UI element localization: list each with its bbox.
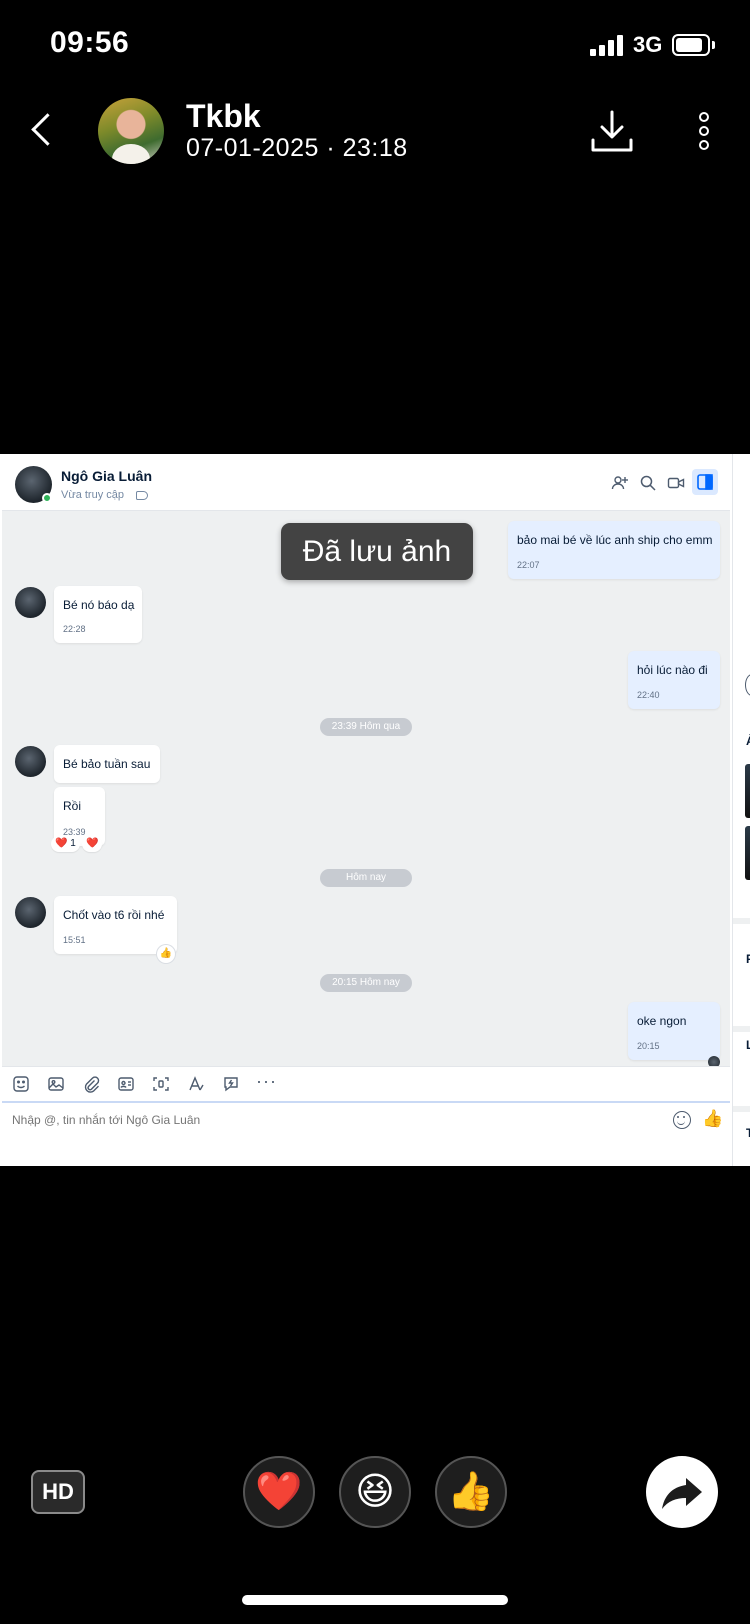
message-text: hỏi lúc nào đi: [637, 663, 708, 677]
online-indicator: [42, 493, 52, 503]
clock-icon[interactable]: [745, 674, 750, 696]
video-call-icon[interactable]: [667, 474, 685, 492]
message-text: Rồi: [63, 799, 82, 813]
message-composer: 👍: [2, 1101, 730, 1166]
message-bubble[interactable]: Bé bảo tuần sau: [54, 745, 160, 783]
laugh-reaction-button[interactable]: 😆: [339, 1456, 411, 1528]
quick-message-icon[interactable]: [222, 1075, 240, 1093]
sent-time: 07-01-2025 · 23:18: [186, 134, 408, 162]
more-vertical-icon: [699, 112, 709, 122]
status-time: 09:56: [50, 26, 130, 59]
sender-name: Tkbk: [186, 98, 261, 134]
hd-quality-button[interactable]: HD: [31, 1470, 85, 1514]
media-thumbnail[interactable]: [745, 764, 750, 818]
reaction-count-text: 1: [70, 838, 76, 849]
text-format-icon[interactable]: [187, 1075, 205, 1093]
panel-section-label: L: [746, 1038, 750, 1052]
download-button[interactable]: [590, 108, 634, 154]
chat-pane: Ngô Gia Luân Vừa truy cập bảo mai bé về …: [2, 454, 730, 1166]
like-reaction-button[interactable]: 👍: [157, 945, 175, 963]
panel-divider: [733, 918, 750, 924]
contact-card-icon[interactable]: [117, 1075, 135, 1093]
share-forward-icon: [662, 1478, 702, 1509]
more-horizontal-icon[interactable]: ···: [256, 1072, 276, 1093]
network-type: 3G: [633, 32, 663, 57]
quick-react-button[interactable]: ❤️: [82, 836, 103, 852]
status-bar: 09:56 3G: [0, 0, 750, 90]
panel-divider: [733, 1106, 750, 1112]
message-text: bảo mai bé về lúc anh ship cho emm: [517, 533, 713, 547]
date-separator: Hôm nay: [320, 869, 412, 887]
add-member-icon[interactable]: [611, 474, 629, 492]
message-input[interactable]: [12, 1113, 612, 1127]
message-text: oke ngon: [637, 1014, 687, 1028]
search-icon[interactable]: [639, 474, 657, 492]
conversation-info-panel: Ả F L T: [732, 454, 750, 1166]
battery-tip: [712, 41, 715, 49]
message-time: 22:07: [517, 560, 540, 570]
heart-reaction-button[interactable]: ❤️: [243, 1456, 315, 1528]
contact-status: Vừa truy cập: [61, 489, 125, 501]
message-bubble[interactable]: Bé nó báo dạ 22:28: [54, 586, 142, 643]
home-indicator: [242, 1595, 508, 1605]
message-avatar[interactable]: [15, 587, 46, 618]
share-button[interactable]: [646, 1456, 718, 1528]
message-time: 15:51: [63, 935, 86, 945]
message-bubble[interactable]: Chốt vào t6 rồi nhé 15:51: [54, 896, 177, 954]
panel-divider: [733, 1026, 750, 1032]
emoji-icon[interactable]: [673, 1111, 691, 1129]
message-time: 22:28: [63, 624, 86, 634]
message-text: Chốt vào t6 rồi nhé: [63, 908, 165, 922]
heart-reaction-icon: ❤️: [55, 838, 68, 849]
composer-toolbar: ···: [2, 1066, 730, 1101]
toggle-panel-button[interactable]: [692, 469, 718, 495]
date-separator: 23:39 Hôm qua: [320, 718, 412, 736]
image-icon[interactable]: [47, 1075, 65, 1093]
contact-name: Ngô Gia Luân: [61, 468, 152, 484]
message-bubble[interactable]: bảo mai bé về lúc anh ship cho emm 22:07: [508, 521, 720, 579]
message-avatar[interactable]: [15, 897, 46, 928]
heart-icon: ❤️: [86, 838, 99, 849]
panel-section-label: Ả: [746, 734, 750, 748]
thumbs-up-reaction-button[interactable]: 👍: [435, 1456, 507, 1528]
date-separator: 20:15 Hôm nay: [320, 974, 412, 992]
screenshot-icon[interactable]: [152, 1075, 170, 1093]
battery-icon: [672, 34, 710, 56]
sender-avatar[interactable]: [98, 98, 164, 164]
message-avatar[interactable]: [15, 746, 46, 777]
message-list[interactable]: bảo mai bé về lúc anh ship cho emm 22:07…: [2, 511, 730, 1068]
quick-like-button[interactable]: 👍: [702, 1109, 723, 1129]
message-text: Bé bảo tuần sau: [63, 757, 151, 771]
toggle-panel-icon: [697, 474, 713, 490]
panel-section-label: F: [746, 952, 750, 966]
panel-section-label: T: [746, 1126, 750, 1140]
back-button[interactable]: [22, 108, 62, 152]
saved-toast: Đã lưu ảnh: [281, 523, 473, 580]
message-time: 20:15: [637, 1041, 660, 1051]
media-thumbnail[interactable]: [745, 826, 750, 880]
message-time: 22:40: [637, 690, 660, 700]
attachment-icon[interactable]: [82, 1075, 100, 1093]
viewer-header: Tkbk 07-01-2025 · 23:18: [0, 90, 750, 170]
reaction-count[interactable]: ❤️ 1: [51, 836, 80, 852]
download-icon: [591, 110, 633, 152]
chat-header: Ngô Gia Luân Vừa truy cập: [2, 454, 730, 511]
message-text: Bé nó báo dạ: [63, 598, 135, 612]
more-button[interactable]: [690, 108, 718, 154]
photo-viewer-image: Ngô Gia Luân Vừa truy cập bảo mai bé về …: [0, 454, 750, 1166]
cellular-signal-icon: [590, 34, 626, 56]
message-bubble[interactable]: oke ngon 20:15: [628, 1002, 720, 1060]
message-bubble[interactable]: hỏi lúc nào đi 22:40: [628, 651, 720, 709]
thumbs-up-icon: 👍: [159, 948, 173, 959]
tag-icon[interactable]: [136, 491, 148, 500]
sticker-icon[interactable]: [12, 1075, 30, 1093]
